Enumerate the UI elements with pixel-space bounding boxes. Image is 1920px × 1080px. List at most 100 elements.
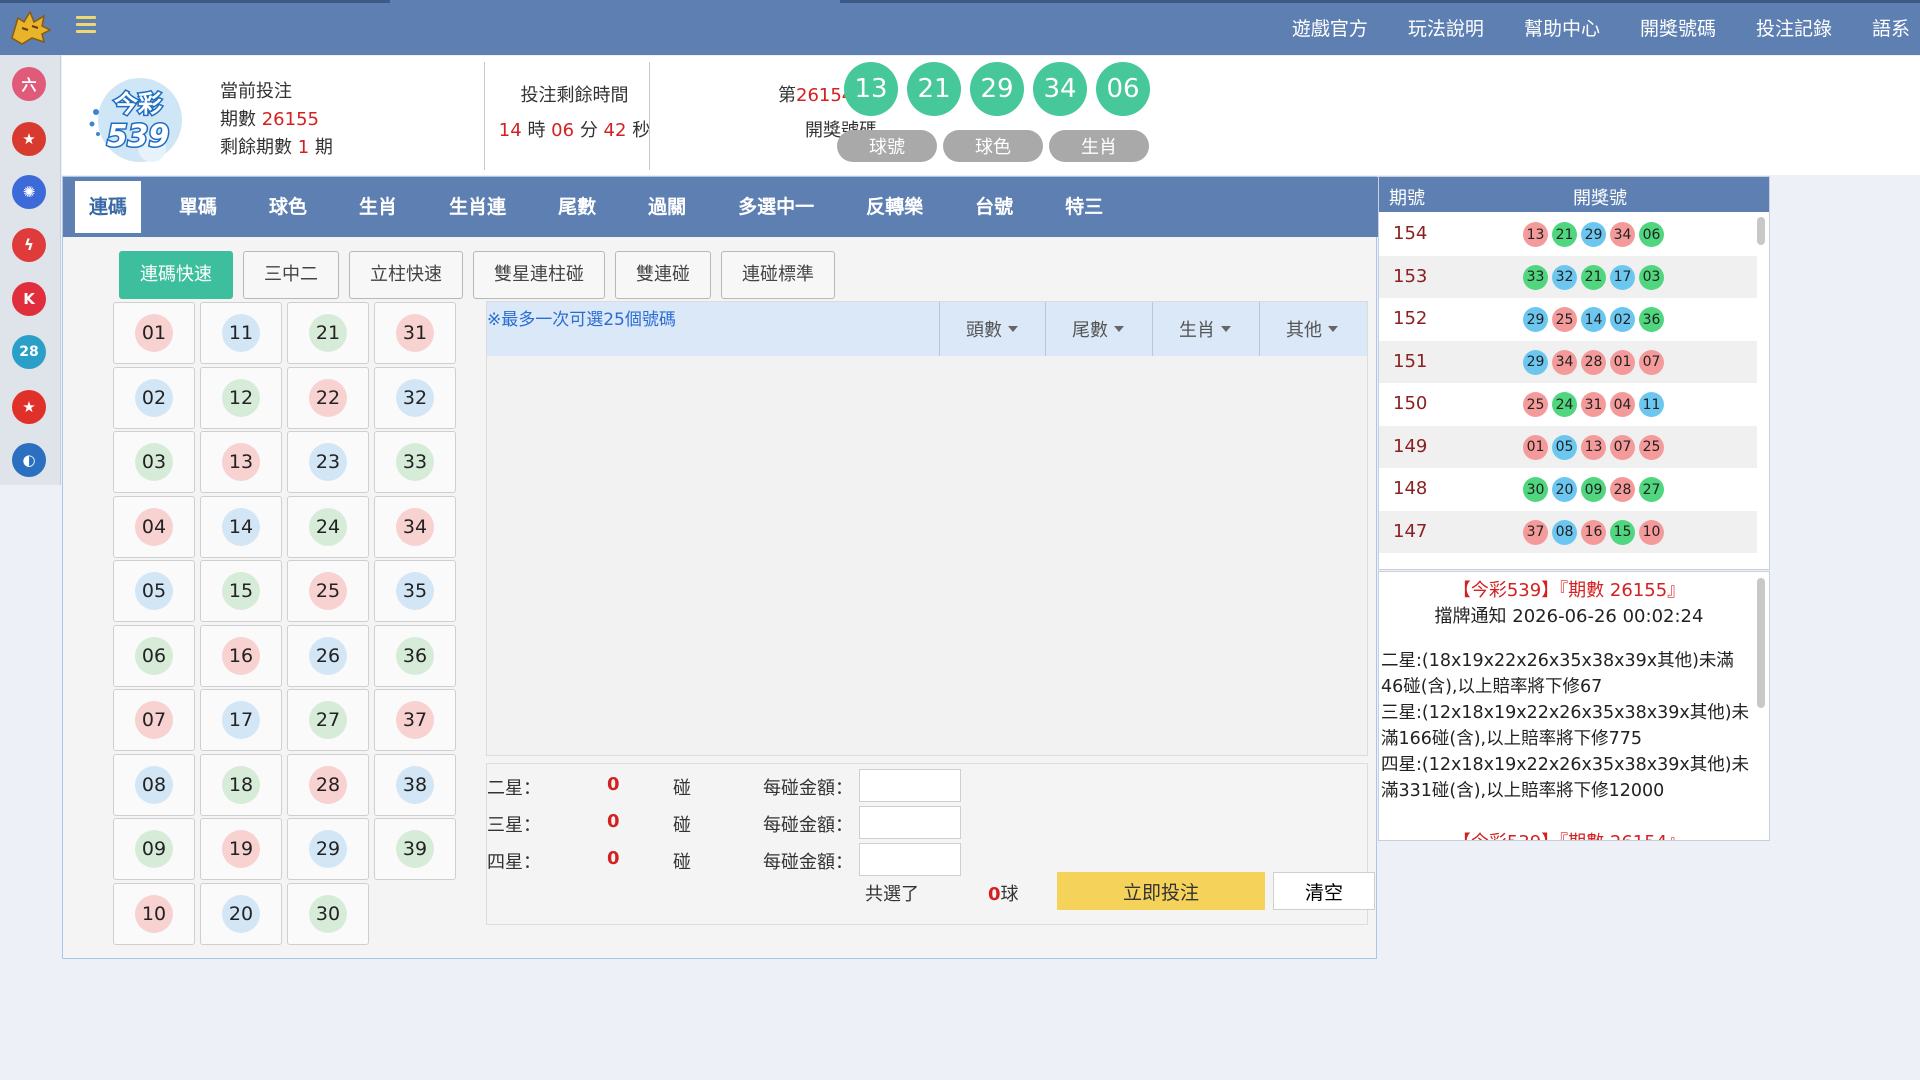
menu-icon[interactable] <box>76 16 96 36</box>
number-cell[interactable]: 25 <box>287 560 369 622</box>
topnav-link[interactable]: 開獎號碼 <box>1640 14 1716 41</box>
history-row: 151 29 34 28 01 07 <box>1379 340 1757 383</box>
number-cell[interactable]: 31 <box>374 302 456 364</box>
number-cell[interactable]: 09 <box>113 818 195 880</box>
play-tab[interactable]: 多選中一 <box>724 181 828 233</box>
sub-tab[interactable]: 三中二 <box>243 251 339 299</box>
twenty-eight-icon[interactable]: 28 <box>12 335 46 369</box>
topnav-link[interactable]: 語系 <box>1872 14 1910 41</box>
number-cell[interactable]: 18 <box>200 753 282 816</box>
number-cell[interactable]: 22 <box>287 366 369 429</box>
notice-scrollbar[interactable] <box>1757 578 1765 708</box>
number-cell[interactable]: 33 <box>374 431 456 493</box>
play-tab[interactable]: 連碼 <box>75 181 142 233</box>
number-cell[interactable]: 02 <box>113 366 195 429</box>
number-cell[interactable]: 39 <box>374 818 456 880</box>
play-tab[interactable]: 特三 <box>1051 181 1117 233</box>
play-tab[interactable]: 反轉樂 <box>852 181 937 233</box>
number-cell[interactable]: 19 <box>200 818 282 880</box>
number-cell[interactable]: 38 <box>374 753 456 816</box>
history-ball: 14 <box>1581 307 1606 332</box>
draw-view-tab[interactable]: 球號 <box>837 130 937 162</box>
number-cell[interactable]: 17 <box>200 689 282 751</box>
play-tab[interactable]: 生肖連 <box>435 181 520 233</box>
number-cell[interactable]: 37 <box>374 689 456 751</box>
tiger-logo-icon[interactable] <box>8 8 52 48</box>
number-cell[interactable]: 16 <box>200 624 282 687</box>
bet-amount-input[interactable] <box>859 806 961 839</box>
pinwheel-icon[interactable]: ✺ <box>12 175 46 209</box>
number-cell[interactable]: 05 <box>113 560 195 622</box>
number-cell[interactable]: 15 <box>200 560 282 622</box>
number-cell[interactable]: 10 <box>113 882 195 945</box>
bet-amount-input[interactable] <box>859 843 961 876</box>
divider <box>649 62 650 170</box>
number-cell[interactable]: 23 <box>287 431 369 493</box>
filter-dropdown[interactable]: 其他 <box>1259 302 1364 356</box>
draw-view-tab[interactable]: 球色 <box>943 130 1043 162</box>
number-cell[interactable]: 20 <box>200 882 282 945</box>
number-cell[interactable]: 32 <box>374 366 456 429</box>
history-ball: 28 <box>1610 477 1635 502</box>
notice-body: 二星:(18x19x22x26x35x38x39x其他)未滿46碰(含),以上賠… <box>1381 648 1756 804</box>
number-cell[interactable]: 24 <box>287 495 369 558</box>
history-balls: 37 08 16 15 10 <box>1523 519 1668 545</box>
number-cell[interactable]: 27 <box>287 689 369 751</box>
number-cell[interactable]: 12 <box>200 366 282 429</box>
play-tab[interactable]: 尾數 <box>544 181 610 233</box>
play-tab[interactable]: 生肖 <box>345 181 411 233</box>
number-cell[interactable]: 07 <box>113 689 195 751</box>
number-cell[interactable]: 21 <box>287 302 369 364</box>
sub-tab[interactable]: 雙連碰 <box>615 251 711 299</box>
sub-tab[interactable]: 雙星連柱碰 <box>473 251 605 299</box>
play-tab[interactable]: 過關 <box>634 181 700 233</box>
sub-tab[interactable]: 立柱快速 <box>349 251 463 299</box>
yellow-star-icon[interactable]: ★ <box>12 390 46 424</box>
sub-tab[interactable]: 連碼快速 <box>119 251 233 299</box>
number-cell[interactable]: 06 <box>113 624 195 687</box>
globe-icon[interactable]: ◐ <box>12 443 46 477</box>
sub-tab[interactable]: 連碰標準 <box>721 251 835 299</box>
sub-tabs: 連碼快速 三中二 立柱快速 雙星連柱碰 雙連碰 連碰標準 <box>119 251 845 299</box>
number-cell[interactable]: 13 <box>200 431 282 493</box>
filter-dropdown[interactable]: 尾數 <box>1045 302 1150 356</box>
filter-dropdown[interactable]: 頭數 <box>939 302 1044 356</box>
topnav-link[interactable]: 玩法說明 <box>1408 14 1484 41</box>
history-balls: 29 34 28 01 07 <box>1523 349 1668 375</box>
number-cell[interactable]: 11 <box>200 302 282 364</box>
history-row: 148 30 20 09 28 27 <box>1379 468 1757 510</box>
number-cell[interactable]: 34 <box>374 495 456 558</box>
number-ball: 38 <box>396 765 434 804</box>
play-tab[interactable]: 球色 <box>255 181 321 233</box>
filter-dropdown[interactable]: 生肖 <box>1152 302 1257 356</box>
number-cell[interactable]: 08 <box>113 753 195 816</box>
number-cell[interactable]: 26 <box>287 624 369 687</box>
topnav-link[interactable]: 投注記錄 <box>1756 14 1832 41</box>
number-cell[interactable]: 03 <box>113 431 195 493</box>
bet-row-count: 0 <box>607 774 620 795</box>
remaining-label: 剩餘期數 <box>220 137 292 158</box>
number-cell[interactable]: 35 <box>374 560 456 622</box>
number-cell[interactable]: 14 <box>200 495 282 558</box>
star-badge-icon[interactable]: ★ <box>12 122 46 156</box>
k-icon[interactable]: K <box>12 282 46 316</box>
play-tab[interactable]: 單碼 <box>165 181 231 233</box>
history-period: 153 <box>1393 265 1428 287</box>
number-cell[interactable]: 29 <box>287 818 369 880</box>
bet-amount-input[interactable] <box>859 769 961 802</box>
number-cell[interactable]: 04 <box>113 495 195 558</box>
topnav-link[interactable]: 幫助中心 <box>1524 14 1600 41</box>
number-cell[interactable]: 30 <box>287 882 369 945</box>
number-ball: 20 <box>222 894 260 933</box>
number-cell[interactable]: 36 <box>374 624 456 687</box>
liu-icon[interactable]: 六 <box>12 67 46 101</box>
total-count-unit: 球 <box>1000 884 1019 905</box>
number-ball: 08 <box>135 765 173 804</box>
number-cell[interactable]: 28 <box>287 753 369 816</box>
number-cell[interactable]: 01 <box>113 302 195 364</box>
play-tab[interactable]: 台號 <box>961 181 1027 233</box>
topnav-link[interactable]: 遊戲官方 <box>1292 14 1368 41</box>
lightning-icon[interactable]: ϟ <box>12 228 46 262</box>
draw-view-tab[interactable]: 生肖 <box>1049 130 1149 162</box>
history-scrollbar[interactable] <box>1757 217 1765 245</box>
